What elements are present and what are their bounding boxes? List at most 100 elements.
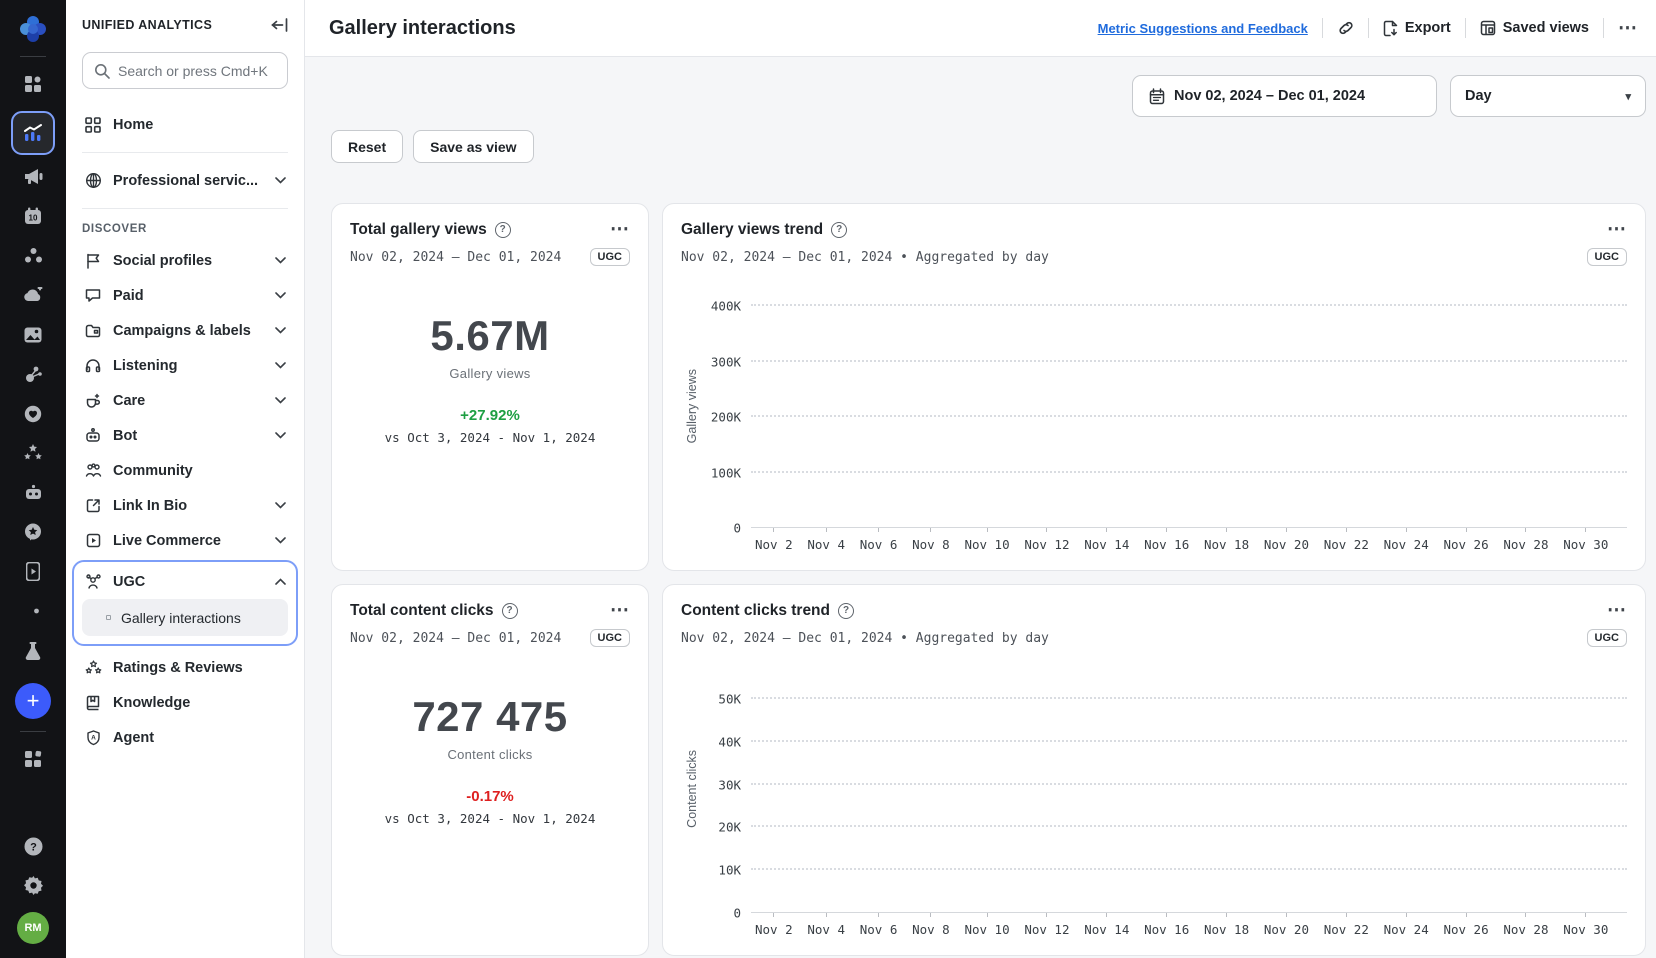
save-as-view-button[interactable]: Save as view: [413, 130, 533, 163]
bot-face-icon: [84, 428, 102, 443]
card-title: Total gallery views: [350, 221, 487, 239]
card-more-options-icon[interactable]: ⋯: [610, 220, 630, 239]
sidebar-item-paid[interactable]: Paid: [82, 278, 288, 313]
x-tick: Nov 10: [964, 918, 1009, 943]
card-date-range: Nov 02, 2024 – Dec 01, 2024: [350, 631, 561, 646]
help-question-icon[interactable]: ?: [502, 603, 518, 619]
search-input[interactable]: [82, 52, 288, 89]
sidebar-item-link-in-bio[interactable]: Link In Bio: [82, 488, 288, 523]
gallery-views-label: Gallery views: [449, 366, 530, 381]
x-tick: Nov 2: [755, 918, 793, 943]
sidebar-item-home[interactable]: Home: [82, 107, 288, 142]
share-network-icon[interactable]: [16, 361, 50, 387]
copy-link-icon[interactable]: [1337, 20, 1354, 37]
analytics-icon-active[interactable]: [11, 111, 55, 155]
x-tick: [845, 918, 860, 943]
ratings-stars-rail-icon[interactable]: [16, 440, 50, 466]
saved-views-button[interactable]: Saved views: [1480, 20, 1589, 36]
x-tick: [1429, 533, 1444, 558]
collapse-sidebar-icon[interactable]: [271, 18, 288, 32]
granularity-select[interactable]: Day ▾: [1450, 75, 1646, 117]
help-question-icon[interactable]: ?: [495, 222, 511, 238]
sidebar-item-agent[interactable]: A Agent: [82, 720, 288, 755]
y-tick-label: 0: [733, 521, 741, 536]
x-tick: Nov 14: [1084, 918, 1129, 943]
main-area: Gallery interactions Metric Suggestions …: [305, 0, 1656, 958]
sidebar-item-label: Link In Bio: [113, 498, 187, 514]
x-tick: [793, 533, 808, 558]
help-question-icon[interactable]: ?: [838, 603, 854, 619]
x-tick: Nov 12: [1024, 533, 1069, 558]
sidebar-item-professional-services[interactable]: Professional servic...: [82, 163, 288, 198]
content-clicks-delta: -0.17%: [466, 788, 514, 805]
dashboard-icon[interactable]: [16, 71, 50, 97]
svg-text:10: 10: [29, 214, 38, 223]
sidebar-item-listening[interactable]: Listening: [82, 348, 288, 383]
sidebar-item-social-profiles[interactable]: Social profiles: [82, 243, 288, 278]
sidebar-item-care[interactable]: Care: [82, 383, 288, 418]
x-tick: [1369, 918, 1384, 943]
x-tick-label: Nov 14: [1084, 537, 1129, 558]
image-icon[interactable]: [16, 322, 50, 348]
export-button[interactable]: Export: [1383, 20, 1451, 37]
sidebar-item-label: Home: [113, 117, 153, 133]
flask-icon[interactable]: [16, 638, 50, 664]
reset-button[interactable]: Reset: [331, 130, 403, 163]
y-tick-label: 300K: [711, 354, 741, 369]
sidebar-item-knowledge[interactable]: Knowledge: [82, 685, 288, 720]
megaphone-icon[interactable]: [16, 164, 50, 190]
x-tick-label: Nov 18: [1204, 537, 1249, 558]
x-tick-label: Nov 10: [964, 537, 1009, 558]
help-icon[interactable]: ?: [16, 833, 50, 859]
x-tick: [1010, 533, 1025, 558]
sidebar-item-community[interactable]: Community: [82, 453, 288, 488]
x-tick: Nov 22: [1324, 533, 1369, 558]
sidebar-item-ugc[interactable]: UGC: [82, 564, 288, 599]
sidebar-item-live-commerce[interactable]: Live Commerce: [82, 523, 288, 558]
headphones-icon: [84, 358, 102, 373]
apps-grid-icon[interactable]: [16, 746, 50, 772]
y-tick-label: 20K: [718, 820, 741, 835]
compose-plus-button[interactable]: +: [15, 683, 51, 719]
x-tick-label: Nov 28: [1503, 537, 1548, 558]
date-range-picker[interactable]: Nov 02, 2024 – Dec 01, 2024: [1132, 75, 1437, 117]
x-tick-label: Nov 16: [1144, 537, 1189, 558]
vision-icon[interactable]: [16, 598, 50, 624]
sidebar-subitem-gallery-interactions-active[interactable]: Gallery interactions: [82, 599, 288, 636]
care-heart-icon[interactable]: [16, 401, 50, 427]
search-field[interactable]: [118, 63, 276, 79]
calendar-icon-rail[interactable]: 10: [16, 203, 50, 229]
metric-suggestions-link[interactable]: Metric Suggestions and Feedback: [1098, 21, 1308, 36]
sidebar-item-campaigns-labels[interactable]: Campaigns & labels: [82, 313, 288, 348]
card-title: Content clicks trend: [681, 602, 830, 620]
home-grid-icon: [84, 117, 102, 133]
sidebar-item-ratings-reviews[interactable]: Ratings & Reviews: [82, 650, 288, 685]
mobile-video-icon[interactable]: [16, 559, 50, 585]
x-tick: Nov 26: [1443, 533, 1488, 558]
y-axis-labels: 0100K200K300K400K: [703, 284, 751, 528]
content-clicks-trend-chart: Content clicks 010K20K30K40K50K Nov 2Nov…: [681, 665, 1627, 943]
card-more-options-icon[interactable]: ⋯: [1607, 601, 1627, 620]
card-subtitle: Nov 02, 2024 – Dec 01, 2024 • Aggregated…: [681, 250, 1049, 265]
more-options-icon[interactable]: ⋯: [1618, 19, 1638, 38]
community-rail-icon[interactable]: [16, 243, 50, 269]
star-bubble-icon[interactable]: [16, 519, 50, 545]
y-tick-label: 40K: [718, 734, 741, 749]
card-title: Gallery views trend: [681, 221, 823, 239]
bullet-icon: [106, 615, 111, 620]
cloud-add-icon[interactable]: [16, 282, 50, 308]
settings-gear-icon[interactable]: [16, 873, 50, 899]
help-question-icon[interactable]: ?: [831, 222, 847, 238]
app-logo[interactable]: [16, 12, 50, 46]
x-tick: Nov 24: [1384, 918, 1429, 943]
y-tick-label: 0: [733, 906, 741, 921]
bot-rail-icon[interactable]: [16, 480, 50, 506]
card-more-options-icon[interactable]: ⋯: [610, 601, 630, 620]
app-icon-rail: 10 + ? RM: [0, 0, 66, 958]
sidebar-item-bot[interactable]: Bot: [82, 418, 288, 453]
user-avatar[interactable]: RM: [17, 912, 49, 944]
sidebar-item-label: Agent: [113, 730, 154, 746]
x-tick-label: Nov 4: [807, 922, 845, 943]
card-more-options-icon[interactable]: ⋯: [1607, 220, 1627, 239]
page-title: Gallery interactions: [329, 17, 516, 40]
